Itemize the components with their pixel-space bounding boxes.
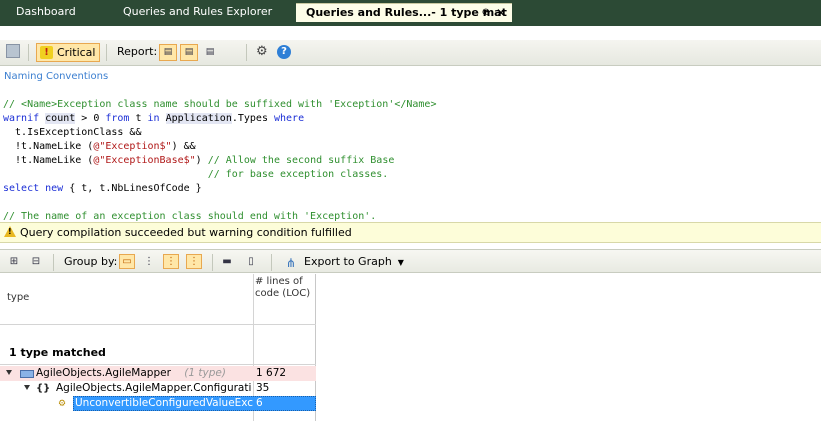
matched-count-label: 1 type matched: [9, 346, 106, 359]
tab-label: Queries and Rules Explorer: [123, 5, 273, 18]
query-code-editor[interactable]: // <Name>Exception class name should be …: [3, 84, 436, 224]
column-header-loc[interactable]: # lines of code (LOC): [255, 276, 315, 300]
tab-query-result[interactable]: Queries and Rules...- 1 type mat ⊕ ✕: [296, 3, 512, 22]
chevron-down-icon: ▼: [397, 258, 404, 267]
panel-top-stripe: [0, 22, 821, 26]
toolbar-separator: [53, 254, 54, 271]
group-by-assembly-icon[interactable]: ▭: [119, 254, 135, 269]
help-icon[interactable]: ?: [277, 45, 291, 59]
group-by-type-icon[interactable]: ⋮: [186, 254, 202, 269]
toolbar-separator: [271, 254, 272, 271]
toolbar-separator: [246, 44, 247, 61]
table-row[interactable]: AgileObjects.AgileMapper (1 type) 1 672: [0, 366, 316, 381]
close-icon[interactable]: ✕: [496, 4, 506, 22]
group-by-namespace-icon[interactable]: ⋮: [163, 254, 179, 269]
report-rule-icon[interactable]: ▤: [180, 44, 198, 61]
column-header-type[interactable]: type: [7, 292, 29, 303]
toolbar-separator: [28, 44, 29, 61]
export-to-graph-button[interactable]: ⋔ Export to Graph ▼: [286, 253, 404, 271]
expand-all-icon[interactable]: ⊞: [6, 254, 22, 269]
exception-class-icon: ⚙: [58, 399, 67, 409]
tab-dashboard[interactable]: Dashboard: [6, 3, 92, 22]
toolbar-separator: [212, 254, 213, 271]
table-row[interactable]: ⚙ UnconvertibleConfiguredValueExcept 6: [0, 396, 316, 411]
report-label: Report:: [117, 45, 158, 58]
warning-mark: !: [8, 227, 12, 236]
code-line: t.IsExceptionClass &&: [3, 127, 142, 138]
report-html-icon[interactable]: ▤: [159, 44, 177, 61]
type-count-note: (1 type): [184, 367, 226, 379]
tab-label: Dashboard: [16, 5, 76, 18]
code-line: warnif count > 0 from t in Application.T…: [3, 113, 305, 124]
graph-icon: ⋔: [286, 256, 297, 270]
collapse-all-icon[interactable]: ⊟: [28, 254, 44, 269]
code-line: !t.NameLike (@"Exception$") &&: [3, 141, 196, 152]
tab-label: Queries and Rules...- 1 type mat: [306, 6, 507, 19]
tab-queries-and-rules-explorer[interactable]: Queries and Rules Explorer: [113, 3, 285, 22]
header-divider: [0, 324, 316, 325]
code-line: select new { t, t.NbLinesOfCode }: [3, 183, 202, 194]
critical-rule-icon: !: [40, 46, 53, 59]
code-line: // The name of an exception class should…: [3, 211, 377, 222]
pin-icon[interactable]: ⊕: [482, 4, 490, 22]
export-label: Export to Graph: [304, 255, 392, 268]
toolbar-separator: [106, 44, 107, 61]
row-type-name: AgileObjects.AgileMapper.Configuration.(: [56, 382, 252, 394]
group-by-label: Group by:: [64, 255, 118, 268]
table-row[interactable]: {} AgileObjects.AgileMapper.Configuratio…: [0, 381, 316, 396]
expand-arrow-icon[interactable]: [6, 370, 12, 375]
status-message: Query compilation succeeded but warning …: [20, 226, 352, 239]
critical-label: Critical: [57, 46, 96, 59]
row-loc-value: 35: [256, 382, 270, 394]
document-icon[interactable]: ▯: [243, 254, 259, 269]
results-toolbar: ⊞ ⊟ Group by: ▭ ⋮ ⋮ ⋮ ▬ ▯ ⋔ Export to Gr…: [0, 249, 821, 273]
row-loc-value: 1 672: [256, 367, 287, 379]
query-panel: ! Critical Report: ▤ ▤ ▤ ⚙ ? Naming Conv…: [0, 22, 821, 421]
query-category-link[interactable]: Naming Conventions: [4, 71, 108, 82]
code-line: // for base exception classes.: [3, 169, 389, 180]
results-grid: type # lines of code (LOC) 1 type matche…: [0, 274, 316, 421]
report-list-icon[interactable]: ▤: [201, 44, 219, 61]
namespace-icon: {}: [36, 383, 51, 394]
code-line: // <Name>Exception class name should be …: [3, 99, 437, 110]
row-type-name: UnconvertibleConfiguredValueExcept: [75, 397, 253, 409]
folder-icon[interactable]: ▬: [219, 254, 235, 269]
gear-icon[interactable]: ⚙: [256, 44, 268, 59]
critical-toggle-button[interactable]: ! Critical: [36, 43, 101, 62]
row-loc-value: 6: [256, 397, 263, 409]
matched-divider: [0, 364, 316, 365]
save-icon[interactable]: [6, 44, 20, 58]
code-line: !t.NameLike (@"ExceptionBase$") // Allow…: [3, 155, 395, 166]
expand-arrow-icon[interactable]: [24, 385, 30, 390]
query-toolbar: ! Critical Report: ▤ ▤ ▤ ⚙ ?: [0, 40, 821, 66]
row-type-name: AgileObjects.AgileMapper (1 type): [36, 366, 252, 381]
assembly-name: AgileObjects.AgileMapper: [36, 367, 171, 379]
group-by-tree-icon[interactable]: ⋮: [141, 254, 157, 269]
query-status-bar: ! Query compilation succeeded but warnin…: [0, 222, 821, 243]
document-tab-strip: Dashboard Queries and Rules Explorer Que…: [0, 0, 821, 22]
assembly-icon: [20, 370, 34, 378]
